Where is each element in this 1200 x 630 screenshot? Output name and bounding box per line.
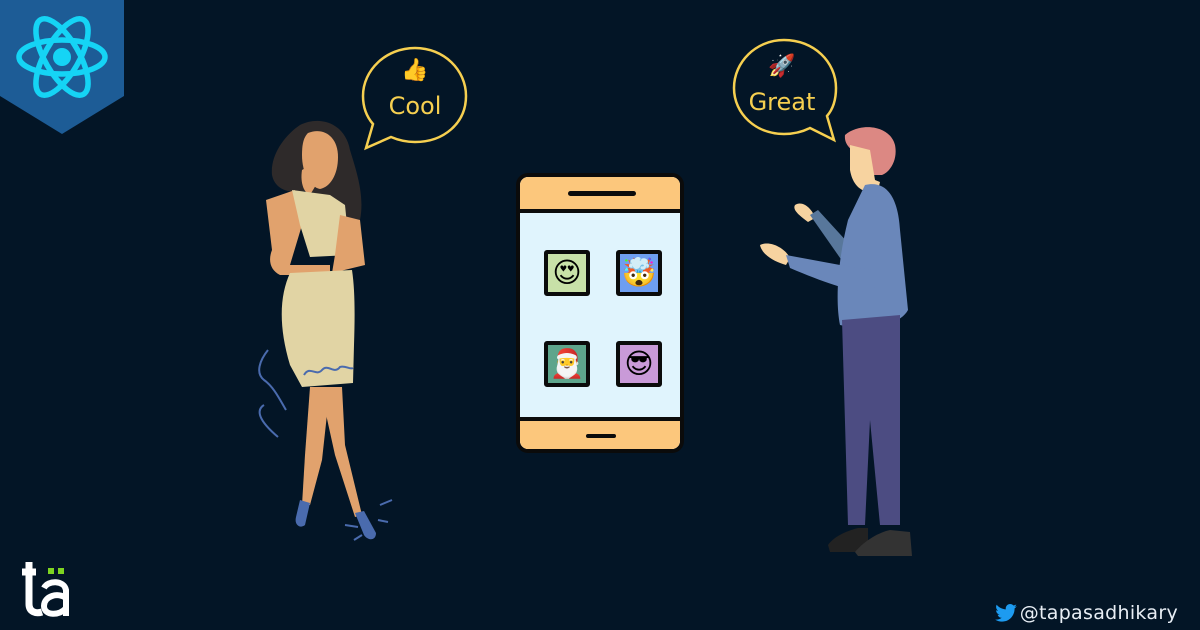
phone-home-button[interactable] [586,434,616,438]
app-heart-eyes[interactable]: 😍 [544,250,590,296]
react-badge [0,0,124,134]
santa-icon: 🎅 [549,347,585,380]
app-exploding-head[interactable]: 🤯 [616,250,662,296]
bubble-text-great: Great [748,88,816,116]
sunglasses-icon: 😎 [624,347,654,380]
thumbs-up-icon: 👍 [401,58,429,83]
phone: 😍 🤯 🎅 😎 [516,173,684,453]
phone-speaker [568,191,636,196]
handle-text: @tapasadhikary [1019,602,1178,624]
brand-logo[interactable]: tä [18,560,72,620]
heart-eyes-icon: 😍 [552,256,582,289]
app-santa[interactable]: 🎅 [544,341,590,387]
man-illustration [760,127,912,556]
rocket-icon: 🚀 [768,54,796,79]
exploding-head-icon: 🤯 [621,256,657,289]
twitter-handle[interactable]: @tapasadhikary [994,602,1178,624]
phone-bottom-bezel [520,417,680,449]
app-sunglasses[interactable]: 😎 [616,341,662,387]
twitter-bird-icon [994,604,1017,622]
woman-illustration [258,120,393,541]
